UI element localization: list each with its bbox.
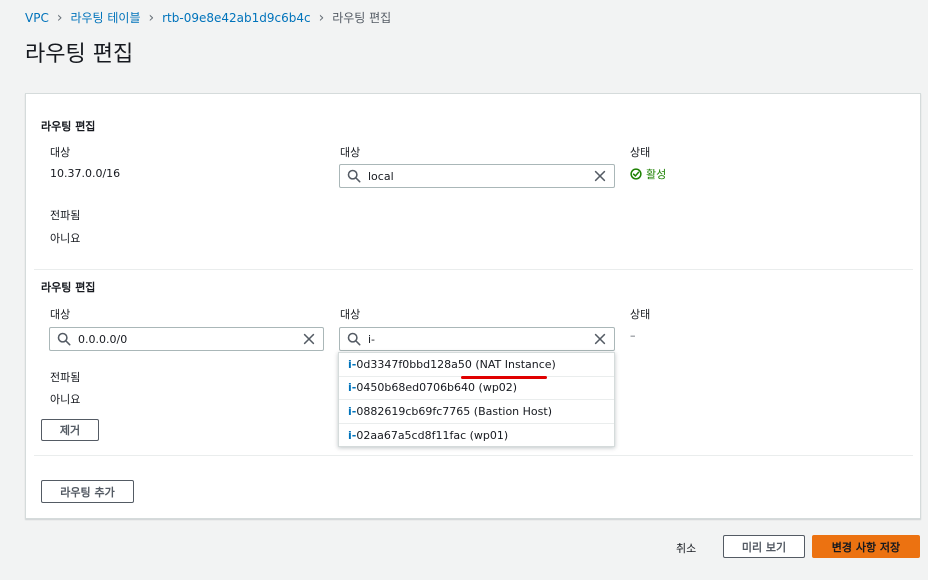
dropdown-option[interactable]: i- 0450b68ed0706b640 (wp02) [339, 377, 614, 400]
route-1-target-value: local [368, 169, 394, 183]
breadcrumb-route-table-id[interactable]: rtb-09e8e42ab1d9c6b4c [162, 11, 310, 25]
breadcrumb-vpc[interactable]: VPC [25, 11, 49, 25]
route-2-propagated-label: 전파됨 [50, 371, 81, 384]
route-2-status-value: – [630, 329, 636, 342]
clear-icon[interactable] [302, 332, 316, 346]
route-1-status-value: 활성 [646, 168, 667, 181]
route-2-destination-label: 대상 [50, 308, 71, 321]
route-1-destination-value: 10.37.0.0/16 [50, 167, 121, 180]
search-icon [347, 169, 361, 183]
remove-route-button[interactable]: 제거 [41, 419, 99, 441]
cancel-button[interactable]: 취소 [676, 540, 696, 556]
option-label: 0d3347f0bbd128a50 (NAT Instance) [356, 357, 556, 371]
option-match-prefix: i- [348, 428, 357, 442]
preview-button[interactable]: 미리 보기 [723, 535, 805, 558]
option-label: 02aa67a5cd8f11fac (wp01) [356, 428, 509, 442]
check-circle-icon [630, 168, 642, 180]
route-2-propagated-value: 아니요 [50, 393, 81, 406]
route-1-status-label: 상태 [630, 146, 651, 159]
route-2-title: 라우팅 편집 [41, 281, 96, 294]
chevron-right-icon: › [318, 9, 325, 26]
breadcrumb-current: 라우팅 편집 [332, 11, 392, 25]
route-1-status: 활성 [630, 166, 666, 182]
search-icon [57, 332, 71, 346]
route-2-target-label: 대상 [340, 308, 361, 321]
option-match-prefix: i- [348, 357, 357, 371]
save-changes-button[interactable]: 변경 사항 저장 [812, 535, 920, 558]
add-route-button[interactable]: 라우팅 추가 [41, 480, 134, 503]
route-divider [34, 455, 913, 456]
route-2-status-label: 상태 [630, 308, 651, 321]
option-label: 0882619cb69fc7765 (Bastion Host) [356, 404, 552, 418]
clear-icon[interactable] [593, 169, 607, 183]
dropdown-option[interactable]: i- 02aa67a5cd8f11fac (wp01) [339, 424, 614, 448]
route-2-destination-value: 0.0.0.0/0 [78, 332, 128, 346]
target-options-dropdown: i- 0d3347f0bbd128a50 (NAT Instance) i- 045… [338, 352, 615, 447]
route-2-destination-input[interactable]: 0.0.0.0/0 [49, 327, 324, 351]
clear-icon[interactable] [593, 332, 607, 346]
route-1-propagated-value: 아니요 [50, 232, 81, 245]
route-2-target-value: i- [368, 332, 376, 346]
search-icon [347, 332, 361, 346]
breadcrumb: VPC › 라우팅 테이블 › rtb-09e8e42ab1d9c6b4c › … [25, 9, 391, 26]
route-2-target-input[interactable]: i- [339, 327, 615, 351]
routes-panel: 라우팅 편집 대상 10.37.0.0/16 대상 local 상태 활성 전파… [25, 93, 921, 519]
dropdown-option[interactable]: i- 0d3347f0bbd128a50 (NAT Instance) [339, 353, 614, 377]
option-match-prefix: i- [348, 381, 357, 395]
route-1-propagated-label: 전파됨 [50, 209, 81, 222]
route-1-target-input[interactable]: local [339, 164, 615, 188]
route-divider [34, 269, 913, 270]
dropdown-option[interactable]: i- 0882619cb69fc7765 (Bastion Host) [339, 400, 614, 424]
route-1-title: 라우팅 편집 [41, 120, 96, 133]
chevron-right-icon: › [148, 9, 155, 26]
page-title: 라우팅 편집 [25, 42, 134, 67]
chevron-right-icon: › [56, 9, 63, 26]
route-1-target-label: 대상 [340, 146, 361, 159]
option-label: 0450b68ed0706b640 (wp02) [356, 381, 518, 395]
route-1-destination-label: 대상 [50, 146, 71, 159]
option-match-prefix: i- [348, 404, 357, 418]
breadcrumb-route-tables[interactable]: 라우팅 테이블 [70, 9, 140, 26]
annotation-underline [461, 376, 547, 379]
